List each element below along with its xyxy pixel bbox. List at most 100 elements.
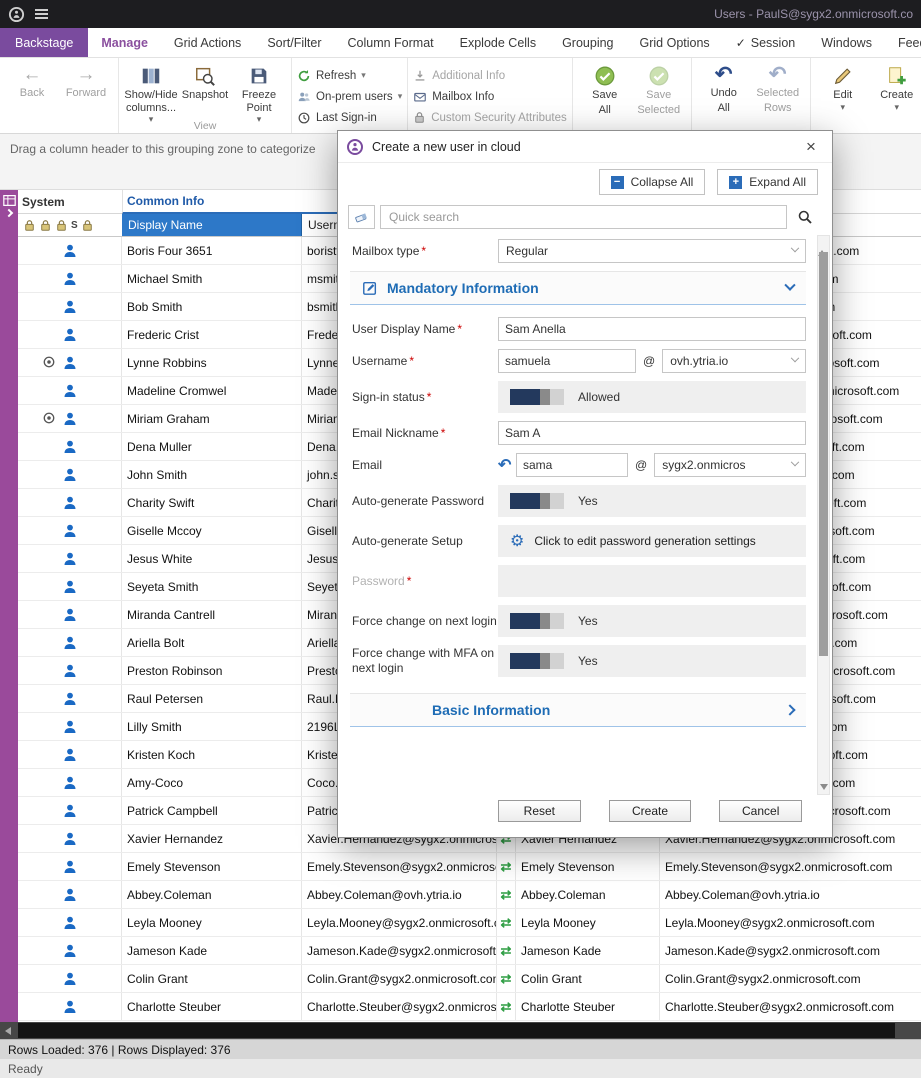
username-input[interactable]: [498, 349, 636, 373]
display-name-cell[interactable]: Emely Stevenson: [122, 853, 302, 880]
email-input[interactable]: [516, 453, 628, 477]
display-name-cell[interactable]: John Smith: [122, 461, 302, 488]
display-name-cell[interactable]: Patrick Campbell: [122, 797, 302, 824]
display-name-cell[interactable]: Preston Robinson: [122, 657, 302, 684]
display-name-cell[interactable]: Miranda Cantrell: [122, 601, 302, 628]
display-name-cell[interactable]: Leyla Mooney: [122, 909, 302, 936]
create-button[interactable]: Create: [609, 800, 692, 822]
display-name-cell[interactable]: Abbey.Coleman: [122, 881, 302, 908]
tab-manage[interactable]: Manage: [88, 28, 161, 57]
table-row[interactable]: Abbey.ColemanAbbey.Coleman@ovh.ytria.io⇄…: [18, 881, 921, 909]
cancel-button[interactable]: Cancel: [719, 800, 802, 822]
freeze-point-button[interactable]: Freeze Point ▾: [232, 62, 286, 126]
show-hide-columns-button[interactable]: Show/Hide columns... ▾: [124, 62, 178, 126]
undo-selected-rows-button[interactable]: ↶ Selected Rows: [751, 62, 805, 117]
system-locks-header[interactable]: S: [18, 214, 122, 236]
save-selected-button[interactable]: Save Selected: [632, 62, 686, 119]
display-name-cell[interactable]: Charity Swift: [122, 489, 302, 516]
mailbox-info-button[interactable]: Mailbox Info: [413, 88, 567, 105]
username-cell[interactable]: Leyla.Mooney@sygx2.onmicrosoft.com: [302, 909, 497, 936]
display-name-2-cell[interactable]: Abbey.Coleman: [516, 881, 660, 908]
upn-cell[interactable]: Colin.Grant@sygx2.onmicrosoft.com: [660, 965, 921, 992]
additional-info-button[interactable]: Additional Info: [413, 67, 567, 84]
snapshot-button[interactable]: Snapshot: [178, 62, 232, 105]
dialog-scrollbar-thumb[interactable]: [819, 252, 828, 656]
section-mandatory-information[interactable]: Mandatory Information: [350, 271, 806, 305]
search-button[interactable]: [792, 205, 818, 229]
tab-grid-options[interactable]: Grid Options: [627, 28, 723, 57]
revert-icon[interactable]: ↶: [498, 455, 516, 475]
table-row[interactable]: Leyla MooneyLeyla.Mooney@sygx2.onmicroso…: [18, 909, 921, 937]
display-name-cell[interactable]: Frederic Crist: [122, 321, 302, 348]
horizontal-scrollbar[interactable]: [0, 1022, 921, 1039]
display-name-cell[interactable]: Boris Four 3651: [122, 237, 302, 264]
display-name-cell[interactable]: Lilly Smith: [122, 713, 302, 740]
scrollbar-thumb[interactable]: [18, 1023, 895, 1038]
group-header-system[interactable]: System: [18, 195, 122, 209]
tab-grouping[interactable]: Grouping: [549, 28, 626, 57]
display-name-cell[interactable]: Ariella Bolt: [122, 629, 302, 656]
edit-button[interactable]: Edit ▾: [816, 62, 870, 114]
tab-session[interactable]: ✓Session: [723, 28, 809, 57]
upn-cell[interactable]: Jameson.Kade@sygx2.onmicrosoft.com: [660, 937, 921, 964]
upn-cell[interactable]: Charlotte.Steuber@sygx2.onmicrosoft.com: [660, 993, 921, 1020]
scroll-left-icon[interactable]: [5, 1027, 11, 1035]
display-name-cell[interactable]: Bob Smith: [122, 293, 302, 320]
username-cell[interactable]: Abbey.Coleman@ovh.ytria.io: [302, 881, 497, 908]
display-name-cell[interactable]: Giselle Mccoy: [122, 517, 302, 544]
undo-all-button[interactable]: ↶ Undo All: [697, 62, 751, 117]
tab-grid-actions[interactable]: Grid Actions: [161, 28, 254, 57]
display-name-2-cell[interactable]: Jameson Kade: [516, 937, 660, 964]
back-button[interactable]: ← Back: [5, 62, 59, 103]
username-cell[interactable]: Emely.Stevenson@sygx2.onmicrosoft.com: [302, 853, 497, 880]
username-domain-select[interactable]: ovh.ytria.io: [662, 349, 806, 373]
display-name-cell[interactable]: Seyeta Smith: [122, 573, 302, 600]
quick-search-input[interactable]: [380, 205, 787, 229]
mailbox-type-select[interactable]: Regular: [498, 239, 806, 263]
custom-security-attributes-button[interactable]: Custom Security Attributes: [413, 109, 567, 126]
forward-button[interactable]: → Forward: [59, 62, 113, 103]
dialog-scrollbar[interactable]: [817, 235, 830, 795]
table-row[interactable]: Charlotte SteuberCharlotte.Steuber@sygx2…: [18, 993, 921, 1021]
signin-status-toggle[interactable]: [510, 389, 564, 405]
email-nickname-input[interactable]: [498, 421, 806, 445]
table-row[interactable]: Emely StevensonEmely.Stevenson@sygx2.onm…: [18, 853, 921, 881]
display-name-2-cell[interactable]: Charlotte Steuber: [516, 993, 660, 1020]
email-domain-select[interactable]: sygx2.onmicros: [654, 453, 806, 477]
upn-cell[interactable]: Emely.Stevenson@sygx2.onmicrosoft.com: [660, 853, 921, 880]
display-name-cell[interactable]: Lynne Robbins: [122, 349, 302, 376]
last-signin-button[interactable]: Last Sign-in: [297, 109, 402, 126]
table-row[interactable]: Colin Grant Colin.Grant@sygx2.onmicrosoft…: [18, 965, 921, 993]
autogen-setup-button[interactable]: ⚙ Click to edit password generation sett…: [498, 525, 806, 557]
column-chooser-rail[interactable]: [0, 190, 18, 1022]
display-name-cell[interactable]: Jameson Kade: [122, 937, 302, 964]
display-name-cell[interactable]: Colin Grant: [122, 965, 302, 992]
display-name-2-cell[interactable]: Leyla Mooney: [516, 909, 660, 936]
reset-button[interactable]: Reset: [498, 800, 581, 822]
tab-column-format[interactable]: Column Format: [335, 28, 447, 57]
create-button[interactable]: Create ▾: [870, 62, 921, 114]
column-header-display-name[interactable]: Display Name: [122, 214, 302, 236]
force-change-toggle[interactable]: [510, 613, 564, 629]
display-name-2-cell[interactable]: Emely Stevenson: [516, 853, 660, 880]
onprem-users-button[interactable]: On-prem users ▾: [297, 88, 402, 105]
tab-feedback[interactable]: Feedb: [885, 28, 921, 57]
upn-cell[interactable]: Leyla.Mooney@sygx2.onmicrosoft.com: [660, 909, 921, 936]
autogen-password-toggle[interactable]: [510, 493, 564, 509]
save-all-button[interactable]: Save All: [578, 62, 632, 119]
display-name-cell[interactable]: Xavier Hernandez: [122, 825, 302, 852]
expand-all-button[interactable]: + Expand All: [717, 169, 818, 195]
collapse-all-button[interactable]: − Collapse All: [599, 169, 706, 195]
tab-sort-filter[interactable]: Sort/Filter: [254, 28, 334, 57]
username-cell[interactable]: Charlotte.Steuber@sygx2.onmicrosoft.com: [302, 993, 497, 1020]
refresh-button[interactable]: Refresh ▾: [297, 67, 402, 84]
display-name-cell[interactable]: Charlotte Steuber: [122, 993, 302, 1020]
username-cell[interactable]: Jameson.Kade@sygx2.onmicrosoft.com: [302, 937, 497, 964]
display-name-cell[interactable]: Jesus White: [122, 545, 302, 572]
user-display-name-input[interactable]: [498, 317, 806, 341]
tab-backstage[interactable]: Backstage: [0, 28, 88, 57]
display-name-cell[interactable]: Miriam Graham: [122, 405, 302, 432]
display-name-cell[interactable]: Amy-Coco: [122, 769, 302, 796]
display-name-cell[interactable]: Madeline Cromwel: [122, 377, 302, 404]
section-basic-information[interactable]: Basic Information: [350, 693, 806, 727]
